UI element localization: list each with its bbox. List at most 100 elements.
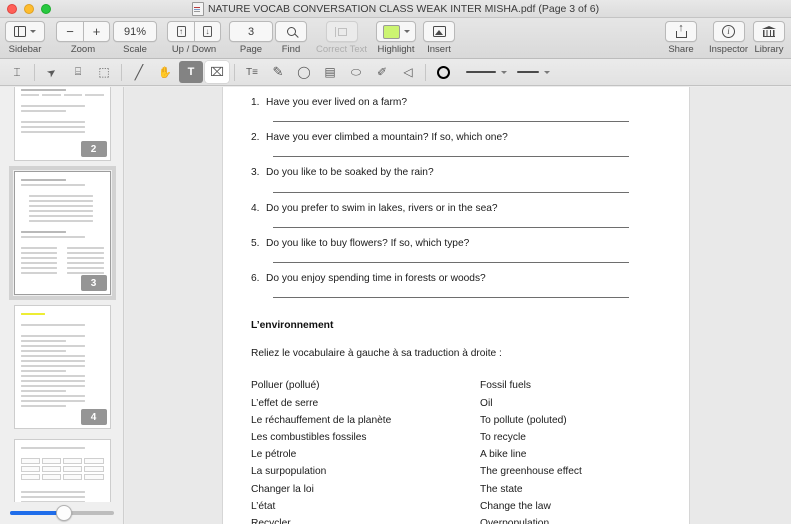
- vocab-item: Oil: [480, 397, 493, 409]
- answer-rule: [273, 191, 629, 193]
- answer-rule: [273, 297, 629, 299]
- page-icon[interactable]: ▤: [318, 61, 342, 83]
- pen-icon[interactable]: ✎: [266, 61, 290, 83]
- comment-icon[interactable]: ◯: [292, 61, 316, 83]
- highlight-text-icon[interactable]: T: [179, 61, 203, 83]
- question-block: 1. Have you ever lived on a farm?: [251, 97, 667, 123]
- thumbnail-page-badge: 3: [80, 275, 107, 291]
- question-text: Do you enjoy spending time in forests or…: [266, 273, 486, 285]
- circle-shape-icon[interactable]: [431, 61, 455, 83]
- arrow-pointer-icon[interactable]: ➤: [40, 61, 64, 83]
- question-block: 6. Do you enjoy spending time in forests…: [251, 273, 667, 299]
- page-up-button[interactable]: ↑: [167, 21, 194, 42]
- toolbar-divider: [234, 63, 235, 81]
- inspector-label: Inspector: [709, 44, 749, 55]
- question-block: 3. Do you like to be soaked by the rain?: [251, 167, 667, 193]
- text-select-icon[interactable]: ⌸: [66, 61, 90, 83]
- question-number: 4.: [251, 202, 260, 214]
- toolbar-group-scale: 91% Scale: [113, 21, 157, 55]
- toolbar-group-page: 3 Page: [229, 21, 273, 55]
- question-number: 6.: [251, 273, 260, 285]
- vocab-item: La surpopulation: [251, 466, 327, 478]
- question-block: 2. Have you ever climbed a mountain? If …: [251, 132, 667, 158]
- list-item[interactable]: 2: [0, 87, 123, 161]
- page-down-button[interactable]: ↓: [194, 21, 221, 42]
- thumbnail-page-2[interactable]: 2: [13, 87, 111, 161]
- marquee-select-icon[interactable]: ⬚: [92, 61, 116, 83]
- vocab-item: The greenhouse effect: [480, 466, 582, 478]
- chevron-down-icon: [403, 30, 410, 33]
- question-4: 4. Do you prefer to swim in lakes, river…: [251, 203, 667, 215]
- list-item[interactable]: 3: [0, 166, 123, 300]
- plus-icon: +: [92, 24, 101, 39]
- pdf-viewer-window: NATURE VOCAB CONVERSATION CLASS WEAK INT…: [0, 0, 791, 524]
- vocab-item: Le réchauffement de la planète: [251, 414, 392, 426]
- vocab-item: Overpopulation: [480, 518, 550, 524]
- question-text: Have you ever climbed a mountain? If so,…: [266, 132, 508, 144]
- stamp-icon[interactable]: ⬭: [344, 61, 368, 83]
- library-button[interactable]: [753, 21, 785, 42]
- highlight-label: Highlight: [377, 44, 415, 55]
- question-text: Do you like to be soaked by the rain?: [266, 167, 434, 179]
- correct-text-icon: [334, 26, 349, 37]
- page-number-field[interactable]: 3: [229, 21, 273, 42]
- inspector-button[interactable]: i: [712, 21, 745, 42]
- chevron-down-icon: [544, 70, 550, 74]
- zoom-in-button[interactable]: +: [83, 21, 110, 42]
- eraser-icon[interactable]: ╱: [127, 61, 151, 83]
- line-style-selector[interactable]: [517, 70, 550, 74]
- toolbar-group-inspector: i Inspector: [709, 21, 748, 55]
- toolbar-group-insert: Insert: [423, 21, 455, 55]
- insert-button[interactable]: [423, 21, 455, 42]
- chevron-down-icon: [30, 30, 36, 33]
- answer-rule: [273, 121, 629, 123]
- question-number: 2.: [251, 132, 260, 144]
- find-button[interactable]: [275, 21, 307, 42]
- text-box-icon[interactable]: T≡: [240, 61, 264, 83]
- toolbar-divider: [425, 63, 426, 81]
- toolbar-group-highlight: Highlight: [376, 21, 416, 55]
- question-text: Do you like to buy flowers? If so, which…: [266, 237, 470, 249]
- thumbnail-highlight-mark: [20, 313, 46, 315]
- scale-value-field[interactable]: 91%: [113, 21, 157, 42]
- correct-text-button[interactable]: [325, 21, 358, 42]
- slider-knob[interactable]: [56, 505, 73, 521]
- question-5: 5. Do you like to buy flowers? If so, wh…: [251, 238, 667, 250]
- vocab-item: Recycler: [251, 518, 291, 524]
- line-width-selector[interactable]: [466, 70, 507, 74]
- signature-icon[interactable]: ✐: [370, 61, 394, 83]
- sidebar-toggle-button[interactable]: [5, 21, 45, 42]
- sidebar-icon: [14, 25, 26, 38]
- vocab-item: Change the law: [480, 500, 551, 512]
- thumbnail-size-slider[interactable]: [10, 505, 114, 521]
- text-cursor-select-icon[interactable]: ⌶: [5, 61, 29, 83]
- insert-image-icon: [432, 26, 446, 37]
- maximize-window-button[interactable]: [41, 3, 51, 14]
- toolbar-group-share: Share: [665, 21, 697, 55]
- minus-icon: −: [66, 24, 74, 39]
- zoom-out-button[interactable]: −: [56, 21, 83, 42]
- document-canvas[interactable]: 1. Have you ever lived on a farm? 2. Hav…: [125, 87, 791, 524]
- page-label: Page: [239, 44, 263, 55]
- window-title-group: NATURE VOCAB CONVERSATION CLASS WEAK INT…: [0, 1, 791, 16]
- hand-pan-icon[interactable]: ✋: [153, 61, 177, 83]
- sound-icon[interactable]: ◁: [396, 61, 420, 83]
- arrow-down-boxed-icon: ↓: [203, 26, 212, 37]
- vocab-french-column: Polluer (pollué) L’effet de serre Le réc…: [251, 377, 480, 524]
- close-window-button[interactable]: [7, 3, 17, 14]
- thumbnail-sidebar[interactable]: 2 3 4: [0, 87, 124, 524]
- redact-icon[interactable]: ⌧: [205, 61, 229, 83]
- thumbnail-page-4[interactable]: 4: [13, 305, 111, 429]
- question-2: 2. Have you ever climbed a mountain? If …: [251, 132, 667, 144]
- vocab-item: Polluer (pollué): [251, 380, 320, 392]
- scale-label: Scale: [123, 44, 147, 55]
- thumbnail-page-badge: 4: [80, 409, 107, 425]
- share-button[interactable]: [665, 21, 697, 42]
- chevron-down-icon: [501, 70, 507, 74]
- thumbnail-page-3[interactable]: 3: [8, 166, 116, 300]
- list-item[interactable]: 4: [0, 305, 123, 429]
- minimize-window-button[interactable]: [24, 3, 34, 14]
- info-icon: i: [722, 25, 736, 38]
- toolbar-group-sidebar: Sidebar: [5, 21, 45, 55]
- highlight-color-button[interactable]: [376, 21, 416, 42]
